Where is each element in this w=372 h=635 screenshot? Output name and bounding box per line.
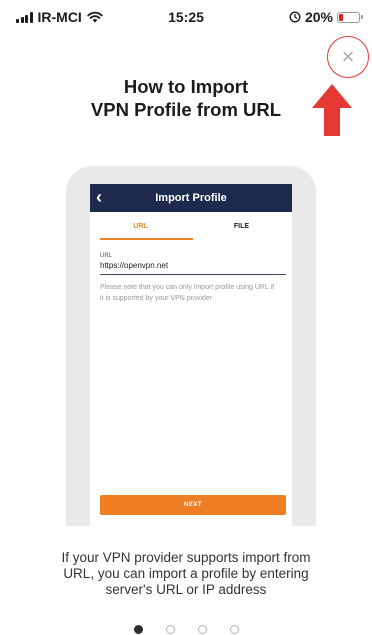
- url-field: URL https://openvpn.net: [100, 252, 286, 275]
- page-dot-2[interactable]: [165, 625, 175, 634]
- page-dot-4[interactable]: [229, 625, 239, 634]
- alarm-icon: [289, 11, 301, 23]
- battery-level: [339, 13, 343, 21]
- url-field-label: URL: [100, 253, 113, 259]
- chevron-left-icon: ‹: [96, 187, 102, 207]
- page-dot-3[interactable]: [197, 625, 207, 634]
- status-bar: IR-MCI 15:25 20%: [0, 0, 372, 36]
- page-title-line-2: VPN Profile from URL: [90, 99, 282, 120]
- import-tabs: URL FILE: [90, 212, 292, 242]
- status-right: 20%: [289, 9, 363, 25]
- page-indicator: [0, 625, 372, 634]
- instruction-line-3: server's URL or IP address: [105, 582, 267, 597]
- import-profile-title: Import Profile: [155, 192, 227, 204]
- tab-file: FILE: [233, 223, 250, 230]
- phone-screen: ‹ Import Profile URL FILE URL https://op…: [90, 184, 292, 526]
- battery-icon: [337, 11, 363, 23]
- next-button-mockup: NEXT: [100, 495, 286, 515]
- active-tab-indicator: [100, 238, 193, 240]
- close-button[interactable]: ×: [327, 36, 369, 78]
- battery-percent: 20%: [304, 9, 333, 25]
- page-title: How to Import VPN Profile from URL: [0, 75, 372, 121]
- import-note: Please note that you can only import pro…: [100, 284, 275, 302]
- instruction-text: If your VPN provider supports import fro…: [0, 550, 372, 598]
- phone-mockup: ‹ Import Profile URL FILE URL https://op…: [66, 166, 316, 526]
- import-profile-header: ‹ Import Profile: [90, 184, 292, 212]
- page-dot-1[interactable]: [133, 625, 143, 634]
- instruction-line-1: If your VPN provider supports import fro…: [61, 550, 311, 565]
- page-title-line-1: How to Import: [123, 76, 249, 97]
- close-icon: ×: [341, 44, 355, 69]
- instruction-line-2: URL, you can import a profile by enterin…: [63, 566, 309, 581]
- url-field-value: https://openvpn.net: [100, 260, 286, 275]
